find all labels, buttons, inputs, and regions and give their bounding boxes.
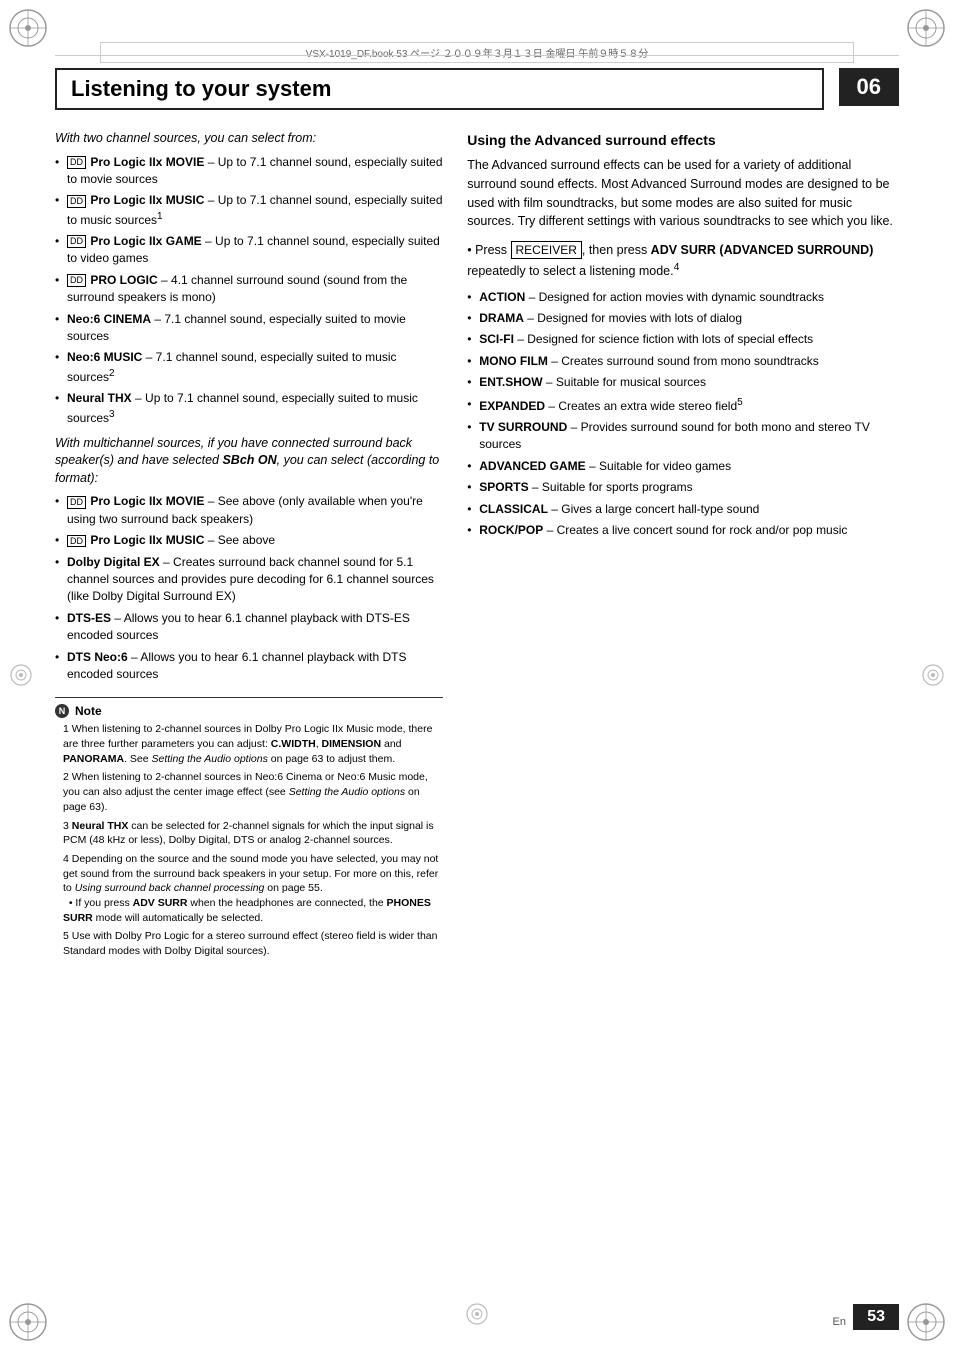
- two-channel-list: DD Pro Logic IIx MOVIE – Up to 7.1 chann…: [55, 154, 443, 427]
- advanced-intro: The Advanced surround effects can be use…: [467, 156, 899, 231]
- list-item: DTS Neo:6 – Allows you to hear 6.1 chann…: [55, 649, 443, 684]
- list-item: ADVANCED GAME – Suitable for video games: [467, 458, 899, 475]
- dolby-icon: DD: [67, 274, 86, 287]
- corner-decoration-br: [906, 1302, 946, 1342]
- multi-channel-list: DD Pro Logic IIx MOVIE – See above (only…: [55, 493, 443, 683]
- note-header: N Note: [55, 704, 443, 718]
- list-item: ACTION – Designed for action movies with…: [467, 289, 899, 306]
- note-item-1: 1 When listening to 2-channel sources in…: [55, 722, 443, 766]
- list-item: DD Pro Logic IIx MUSIC – See above: [55, 532, 443, 549]
- list-item: DD PRO LOGIC – 4.1 channel surround soun…: [55, 272, 443, 307]
- file-info: VSX-1019_DF.book 53 ページ ２００９年３月１３日 金曜日 午…: [100, 42, 854, 63]
- dolby-icon: DD: [67, 195, 86, 208]
- list-item: ROCK/POP – Creates a live concert sound …: [467, 522, 899, 539]
- list-item: DD Pro Logic IIx MOVIE – Up to 7.1 chann…: [55, 154, 443, 189]
- list-item: Neo:6 MUSIC – 7.1 channel sound, especia…: [55, 349, 443, 386]
- list-item: Neo:6 CINEMA – 7.1 channel sound, especi…: [55, 311, 443, 346]
- note-item-3: 3 Neural THX can be selected for 2-chann…: [55, 819, 443, 848]
- bottom-center-decoration: [466, 1303, 488, 1328]
- chapter-badge: 06: [839, 68, 899, 106]
- list-item: DD Pro Logic IIx GAME – Up to 7.1 channe…: [55, 233, 443, 268]
- intro-two-channel: With two channel sources, you can select…: [55, 130, 443, 148]
- corner-decoration-bl: [8, 1302, 48, 1342]
- advanced-effects-list: ACTION – Designed for action movies with…: [467, 289, 899, 540]
- advanced-surround-heading: Using the Advanced surround effects: [467, 132, 899, 148]
- side-decoration-right: [922, 664, 944, 686]
- list-item: MONO FILM – Creates surround sound from …: [467, 353, 899, 370]
- list-item: SPORTS – Suitable for sports programs: [467, 479, 899, 496]
- note-label: Note: [75, 704, 102, 718]
- list-item: TV SURROUND – Provides surround sound fo…: [467, 419, 899, 454]
- list-item: Dolby Digital EX – Creates surround back…: [55, 554, 443, 606]
- list-item: Neural THX – Up to 7.1 channel sound, es…: [55, 390, 443, 427]
- left-column: With two channel sources, you can select…: [55, 130, 443, 963]
- list-item: DD Pro Logic IIx MOVIE – See above (only…: [55, 493, 443, 528]
- corner-decoration-tl: [8, 8, 48, 48]
- note-item-2: 2 When listening to 2-channel sources in…: [55, 770, 443, 814]
- intro-multichannel: With multichannel sources, if you have c…: [55, 435, 443, 488]
- note-item-4: 4 Depending on the source and the sound …: [55, 852, 443, 925]
- dolby-icon: DD: [67, 496, 86, 509]
- page-title-container: Listening to your system: [55, 68, 824, 110]
- list-item: DTS-ES – Allows you to hear 6.1 channel …: [55, 610, 443, 645]
- right-column: Using the Advanced surround effects The …: [467, 130, 899, 963]
- dolby-icon: DD: [67, 156, 86, 169]
- two-column-layout: With two channel sources, you can select…: [55, 130, 899, 963]
- main-content: With two channel sources, you can select…: [55, 130, 899, 1270]
- list-item: CLASSICAL – Gives a large concert hall-t…: [467, 501, 899, 518]
- notes-section: N Note 1 When listening to 2-channel sou…: [55, 697, 443, 958]
- dolby-icon: DD: [67, 235, 86, 248]
- list-item: EXPANDED – Creates an extra wide stereo …: [467, 396, 899, 415]
- list-item: DRAMA – Designed for movies with lots of…: [467, 310, 899, 327]
- list-item: ENT.SHOW – Suitable for musical sources: [467, 374, 899, 391]
- list-item: DD Pro Logic IIx MUSIC – Up to 7.1 chann…: [55, 192, 443, 229]
- receiver-button-label: RECEIVER: [511, 241, 582, 259]
- press-instruction: • Press RECEIVER, then press ADV SURR (A…: [467, 241, 899, 281]
- page-locale: En: [833, 1316, 846, 1328]
- page-number-badge: 53: [853, 1304, 899, 1330]
- corner-decoration-tr: [906, 8, 946, 48]
- list-item: SCI-FI – Designed for science fiction wi…: [467, 331, 899, 348]
- side-decoration-left: [10, 664, 32, 686]
- note-item-5: 5 Use with Dolby Pro Logic for a stereo …: [55, 929, 443, 958]
- note-icon: N: [55, 704, 69, 718]
- header-divider: [55, 55, 899, 56]
- dolby-icon: DD: [67, 535, 86, 548]
- page-title: Listening to your system: [71, 76, 331, 101]
